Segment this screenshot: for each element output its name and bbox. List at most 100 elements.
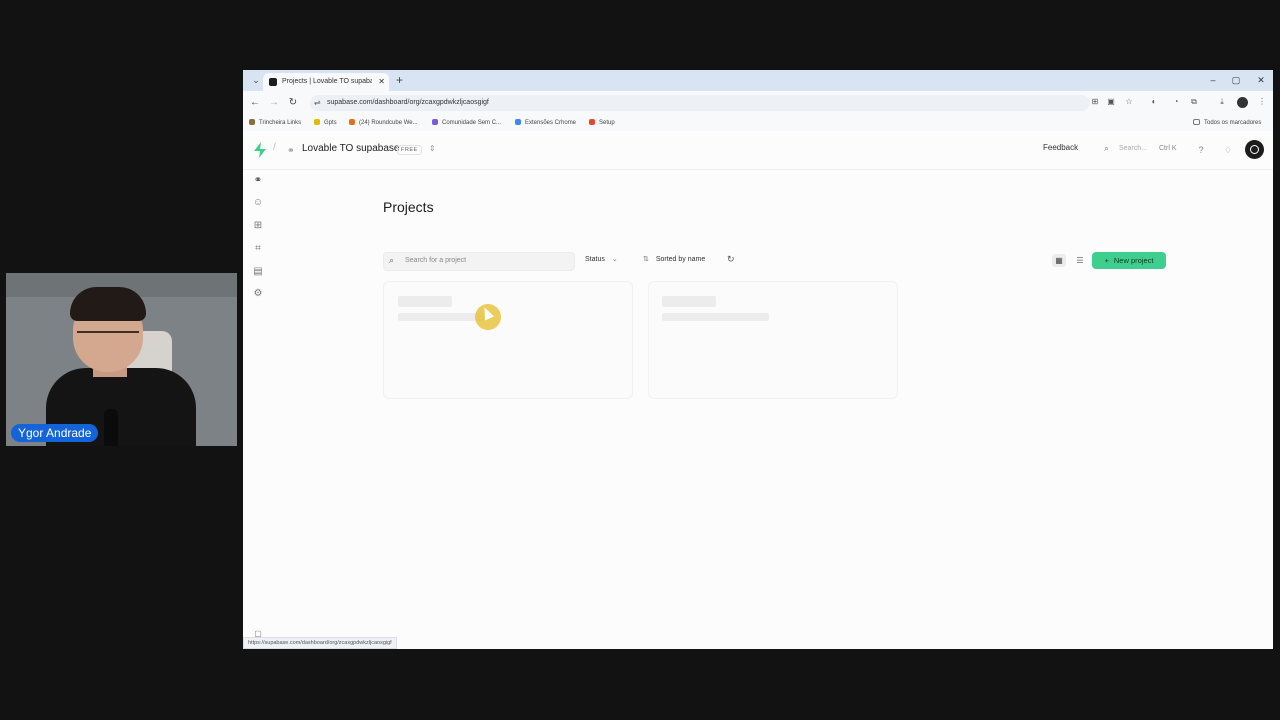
top-navigation: / ⚭ Lovable TO supabase FREE ⇕ Feedback …: [243, 131, 1273, 170]
sort-icon: ⇅: [643, 256, 649, 263]
bookmark-star-icon[interactable]: ☆: [1123, 96, 1135, 108]
keyboard-shortcut: Ctrl K: [1159, 145, 1177, 152]
bookmark-label: Gpts: [324, 120, 337, 126]
presenter-hair: [70, 287, 146, 321]
back-arrow-icon[interactable]: ←: [247, 95, 263, 111]
command-search-placeholder: Search...: [1119, 145, 1148, 152]
project-search-placeholder: Search for a project: [405, 257, 467, 264]
skeleton-title: [662, 296, 716, 307]
chevron-down-icon: ⌄: [611, 256, 618, 263]
browser-window: ⌄ Projects | Lovable TO supabase ✕ + – ▢…: [243, 70, 1273, 649]
bookmark-label: (24) Roundcube We...: [359, 120, 418, 126]
bookmark-item[interactable]: Setup: [589, 115, 615, 131]
tab-search-icon[interactable]: ⌄: [249, 73, 263, 87]
project-search-input[interactable]: ⌕ Search for a project: [383, 252, 575, 271]
org-switcher-chevron-icon[interactable]: ⇕: [429, 144, 436, 153]
bookmark-icon: [432, 119, 438, 125]
skeleton-title: [398, 296, 452, 307]
search-icon: ⌕: [1104, 143, 1110, 153]
page-title: Projects: [383, 199, 434, 215]
bookmark-label: Setup: [599, 120, 615, 126]
tab-title: Projects | Lovable TO supabase: [282, 78, 372, 85]
all-bookmarks-folder[interactable]: Todos os marcadores: [1193, 115, 1261, 131]
user-avatar[interactable]: [1245, 140, 1264, 159]
breadcrumb-separator: /: [273, 142, 276, 153]
plan-badge: FREE: [397, 145, 422, 155]
reload-icon[interactable]: ↻: [285, 95, 301, 111]
bookmark-item[interactable]: (24) Roundcube We...: [349, 115, 418, 131]
extensions-puzzle-icon[interactable]: ⧉: [1188, 96, 1200, 108]
microphone: [104, 409, 118, 446]
settings-gear-icon[interactable]: ⚙: [251, 287, 265, 301]
organization-name[interactable]: Lovable TO supabase: [302, 143, 399, 154]
presenter-name-badge: Ygor Andrade: [11, 424, 99, 442]
feedback-button[interactable]: Feedback: [1043, 143, 1078, 152]
link-status-bar: https://supabase.com/dashboard/org/zcaxg…: [243, 637, 397, 649]
cursor-highlight: [475, 304, 501, 330]
new-project-button[interactable]: + New project: [1092, 252, 1166, 269]
address-url: supabase.com/dashboard/org/zcaxgpdwkzljc…: [327, 99, 489, 106]
lightbulb-icon[interactable]: ♢: [1221, 143, 1235, 157]
bookmark-icon: [349, 119, 355, 125]
new-tab-button[interactable]: +: [396, 72, 403, 88]
bookmark-item[interactable]: Extensões Crhome: [515, 115, 576, 131]
project-card-skeleton[interactable]: [383, 281, 633, 399]
status-filter-label: Status: [585, 256, 605, 263]
supabase-favicon-icon: [269, 78, 277, 86]
team-icon[interactable]: ☺: [251, 196, 265, 210]
cast-icon[interactable]: ▣: [1105, 96, 1117, 108]
organization-icon: ⚭: [287, 145, 295, 155]
bookmark-icon: [249, 119, 255, 125]
bookmark-label: Extensões Crhome: [525, 120, 577, 126]
new-project-label: New project: [1113, 256, 1154, 265]
browser-toolbar: ← → ↻ ⇌ supabase.com/dashboard/org/zcaxg…: [243, 91, 1273, 115]
extension-icon[interactable]: ◔: [1170, 96, 1182, 108]
bookmark-label: Trincheira Links: [259, 120, 302, 126]
tab-close-icon[interactable]: ✕: [378, 73, 385, 91]
sidebar: ⚭ ☺ ⊞ ⌗ ▤ ⚙ ▢: [243, 170, 273, 649]
google-icon: [515, 119, 521, 125]
plus-icon: +: [1104, 256, 1109, 265]
download-icon[interactable]: ⤓: [1216, 96, 1228, 108]
loading-spinner-icon: ↻: [727, 254, 735, 264]
bookmark-icon: [589, 119, 595, 125]
project-card-skeleton[interactable]: [648, 281, 898, 399]
tab-strip: ⌄ Projects | Lovable TO supabase ✕ + – ▢…: [243, 70, 1273, 91]
sort-label: Sorted by name: [655, 256, 706, 263]
bookmark-label: Comunidade Sem C...: [442, 120, 502, 126]
billing-icon[interactable]: ▤: [251, 265, 265, 279]
folder-icon: [314, 119, 320, 125]
folder-icon: [1193, 119, 1200, 125]
close-window-button[interactable]: ✕: [1249, 70, 1273, 91]
forward-arrow-icon[interactable]: →: [266, 95, 282, 111]
minimize-button[interactable]: –: [1201, 70, 1225, 91]
list-view-icon[interactable]: ☰: [1073, 254, 1087, 267]
browser-tab-active[interactable]: Projects | Lovable TO supabase ✕: [263, 73, 389, 91]
browser-profile-avatar[interactable]: [1237, 97, 1248, 108]
skeleton-subtitle: [398, 313, 484, 321]
status-filter-button[interactable]: Status ⌄: [585, 255, 618, 263]
translate-icon[interactable]: ⊞: [1089, 96, 1101, 108]
supabase-dashboard: / ⚭ Lovable TO supabase FREE ⇕ Feedback …: [243, 131, 1273, 649]
usage-chart-icon[interactable]: ⌗: [251, 242, 265, 256]
extension-icon[interactable]: ◐: [1148, 96, 1160, 108]
grid-view-icon[interactable]: ▦: [1052, 254, 1066, 267]
command-search[interactable]: ⌕ Search... Ctrl K: [1101, 141, 1181, 158]
supabase-logo-icon[interactable]: [253, 142, 267, 158]
bookmarks-bar: Trincheira Links Gpts (24) Roundcube We.…: [243, 115, 1273, 131]
bookmark-item[interactable]: Trincheira Links: [249, 115, 301, 131]
maximize-button[interactable]: ▢: [1224, 70, 1248, 91]
projects-icon[interactable]: ⚭: [251, 174, 265, 188]
skeleton-subtitle: [662, 313, 769, 321]
integrations-icon[interactable]: ⊞: [251, 219, 265, 233]
sort-button[interactable]: ⇅ Sorted by name: [643, 255, 705, 263]
site-info-icon[interactable]: ⇌: [314, 95, 321, 111]
bookmark-item[interactable]: Comunidade Sem C...: [432, 115, 501, 131]
bookmark-item[interactable]: Gpts: [314, 115, 337, 131]
address-bar[interactable]: ⇌ supabase.com/dashboard/org/zcaxgpdwkzl…: [310, 95, 1090, 111]
webcam-overlay: [6, 273, 237, 446]
help-icon[interactable]: ?: [1194, 143, 1208, 157]
browser-menu-icon[interactable]: ⋮: [1256, 96, 1268, 108]
search-icon: ⌕: [389, 255, 395, 265]
presenter-glasses: [77, 331, 139, 345]
